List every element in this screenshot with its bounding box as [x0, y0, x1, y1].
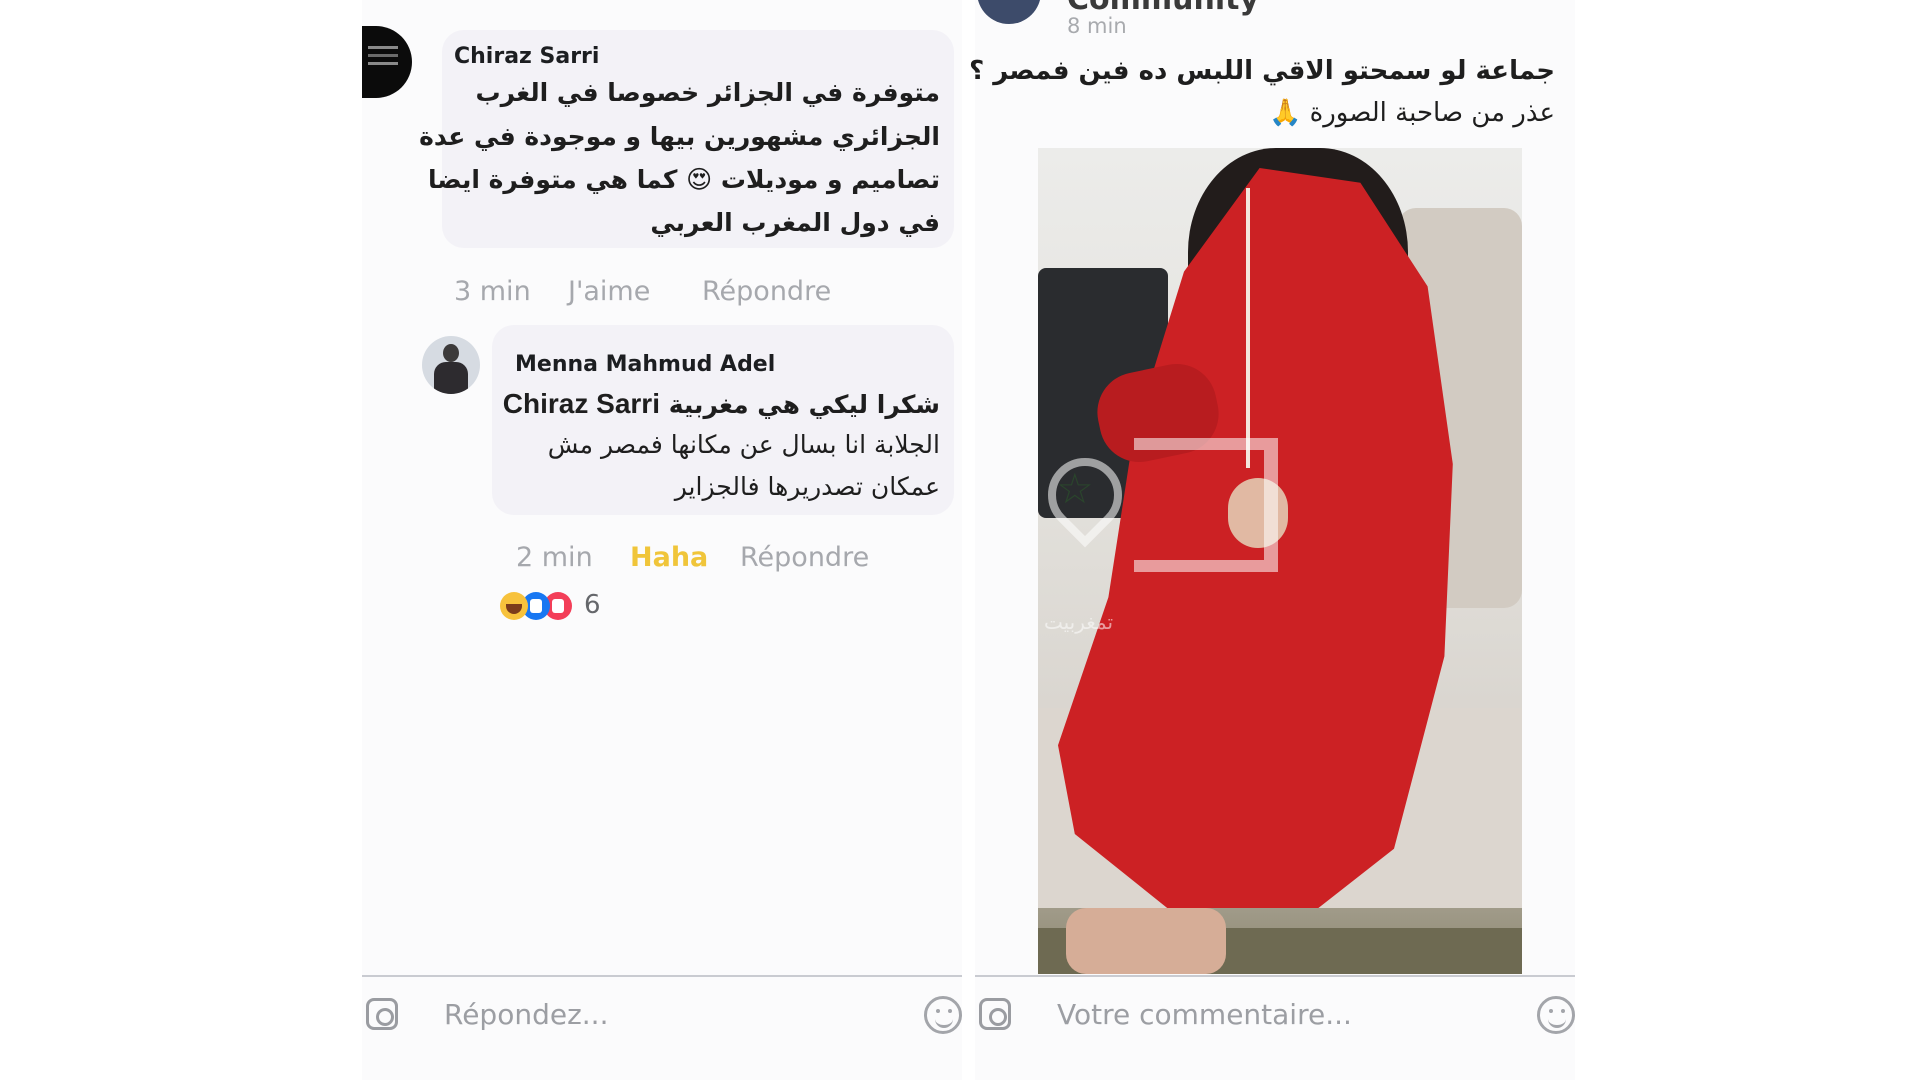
- reply-button[interactable]: Répondre: [740, 542, 869, 573]
- reply-button[interactable]: Répondre: [702, 276, 831, 307]
- comment-text: متوفرة في الجزائر خصوصا في الغرب الجزائر…: [419, 78, 940, 248]
- like-button[interactable]: J'aime: [568, 276, 650, 307]
- comment-line: الجلابة انا بسال عن مكانها فمصر مش: [547, 430, 940, 459]
- post-line: جماعة لو سمحتو الاقي اللبس ده فين فمصر ؟: [969, 56, 1555, 86]
- reaction-count: 6: [584, 590, 601, 620]
- post-line: عذر من صاحبة الصورة 🙏: [1268, 98, 1555, 128]
- post-panel: Community 8 min جماعة لو سمحتو الاقي الل…: [969, 0, 1575, 1080]
- post-text: جماعة لو سمحتو الاقي اللبس ده فين فمصر ؟…: [969, 56, 1555, 146]
- dress-trim: [1246, 188, 1250, 468]
- comment-text: شكرا ليكي هي مغربية Chiraz Sarri الجلابة…: [503, 388, 940, 518]
- star-icon: ☆: [1056, 464, 1094, 513]
- divider: [362, 975, 962, 977]
- comment-composer: Votre commentaire...: [975, 990, 1575, 1050]
- mention-link[interactable]: Chiraz Sarri: [503, 388, 660, 419]
- watermark-logo: [1134, 438, 1278, 572]
- comment-line: عمكان تصدريرها فالجزاير: [674, 472, 940, 501]
- avatar[interactable]: [362, 26, 412, 98]
- reaction-summary[interactable]: 6: [500, 590, 630, 624]
- watermark-text: تمغربيت: [1044, 610, 1114, 634]
- post-timestamp: 8 min: [1067, 14, 1127, 38]
- reply-composer: Répondez...: [362, 990, 962, 1050]
- divider: [975, 975, 1575, 977]
- comment-line: شكرا ليكي هي مغربية Chiraz Sarri: [503, 388, 940, 420]
- comment-line: متوفرة في الجزائر خصوصا في الغرب: [475, 78, 940, 107]
- comment-line: في دول المغرب العربي: [650, 208, 940, 237]
- comment-timestamp: 3 min: [454, 276, 531, 307]
- avatar-body: [434, 362, 468, 394]
- comment-text-fragment: شكرا ليكي هي مغربية: [668, 390, 940, 419]
- comment-thread-panel: Chiraz Sarri متوفرة في الجزائر خصوصا في …: [362, 0, 962, 1080]
- camera-icon[interactable]: [979, 998, 1011, 1030]
- haha-reaction-icon: [500, 592, 528, 620]
- haha-reaction-button[interactable]: Haha: [630, 542, 708, 573]
- comment-author[interactable]: Menna Mahmud Adel: [515, 352, 775, 377]
- emoji-icon[interactable]: [924, 996, 962, 1034]
- comment-line: الجزائري مشهورين بيها و موجودة في عدة: [419, 122, 940, 151]
- reply-input[interactable]: Répondez...: [444, 998, 608, 1031]
- comment-author[interactable]: Chiraz Sarri: [454, 44, 599, 69]
- comment-timestamp: 2 min: [516, 542, 593, 573]
- avatar[interactable]: [977, 0, 1041, 24]
- avatar[interactable]: [422, 336, 480, 394]
- comment-input[interactable]: Votre commentaire...: [1057, 998, 1352, 1031]
- camera-icon[interactable]: [366, 998, 398, 1030]
- post-photo[interactable]: ☆ تمغربيت: [1038, 148, 1522, 974]
- watermark: ☆ تمغربيت: [1038, 438, 1298, 638]
- comment-line: تصاميم و موديلات 😍 كما هي متوفرة ايضا: [427, 165, 940, 194]
- avatar-logo: [368, 46, 398, 49]
- avatar-head: [443, 344, 459, 362]
- legs: [1066, 908, 1226, 974]
- emoji-icon[interactable]: [1537, 996, 1575, 1034]
